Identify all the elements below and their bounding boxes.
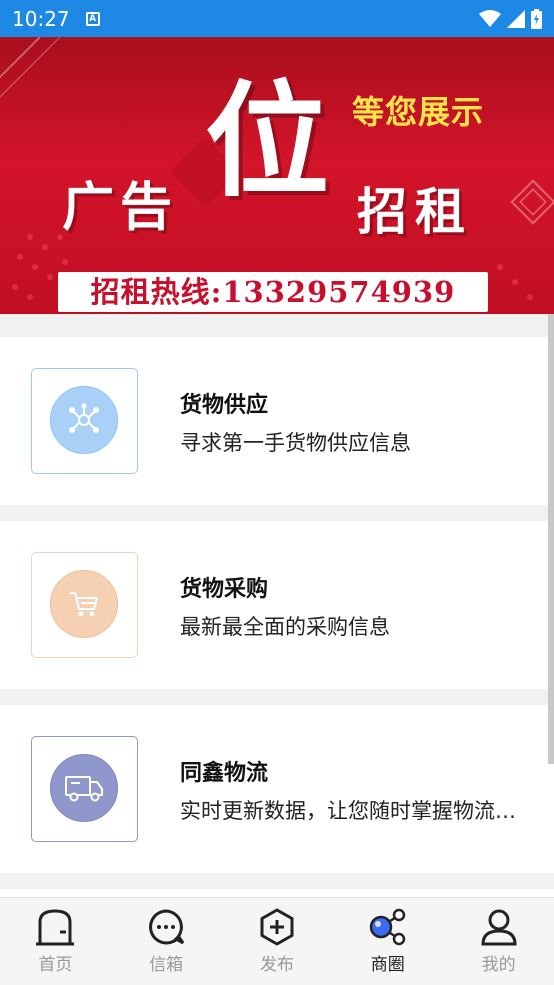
tab-mine[interactable]: 我的 — [443, 898, 554, 985]
card-title: 同鑫物流 — [180, 761, 269, 786]
wifi-icon — [479, 9, 501, 27]
banner-hotline: 招租热线:13329574939 — [58, 272, 488, 312]
card-partial — [0, 889, 554, 897]
shopping-cart-icon — [50, 570, 118, 638]
network-nodes-icon — [50, 386, 118, 454]
card-title: 货物供应 — [180, 393, 269, 418]
delivery-truck-icon — [50, 754, 118, 822]
status-time: 10:27 — [12, 6, 70, 31]
ad-banner[interactable]: 等您展示 广告 位 招租 招租热线:13329574939 — [0, 37, 554, 314]
tab-label: 我的 — [481, 955, 516, 975]
status-icons — [479, 8, 542, 29]
card-icon-box — [31, 736, 138, 842]
signal-icon — [507, 9, 525, 28]
tab-mailbox[interactable]: 信箱 — [111, 898, 222, 985]
tab-label: 信箱 — [149, 955, 184, 975]
user-icon — [481, 909, 517, 946]
card-logistics[interactable]: 同鑫物流 实时更新数据，让您随时掌握物流动态 — [0, 705, 554, 873]
home-icon — [36, 909, 75, 946]
card-desc: 最新最全面的采购信息 — [180, 615, 390, 639]
scrollbar[interactable] — [548, 314, 554, 764]
share-circle-icon — [369, 908, 406, 946]
card-title: 货物采购 — [180, 577, 269, 602]
tab-label: 发布 — [259, 955, 294, 975]
battery-icon — [531, 8, 542, 29]
banner-right-text: 招租 — [357, 182, 473, 241]
tab-business-circle[interactable]: 商圈 — [332, 898, 443, 985]
add-hexagon-icon — [260, 908, 294, 946]
tab-home[interactable]: 首页 — [0, 898, 111, 985]
card-icon-box — [31, 552, 138, 658]
banner-big-char: 位 — [205, 69, 330, 214]
card-desc: 实时更新数据，让您随时掌握物流动态 — [180, 799, 520, 823]
tab-label: 首页 — [38, 955, 73, 975]
tab-publish[interactable]: 发布 — [222, 898, 333, 985]
status-bar: 10:27 A — [0, 0, 554, 37]
chat-bubble-icon — [149, 909, 185, 945]
card-goods-purchase[interactable]: 货物采购 最新最全面的采购信息 — [0, 521, 554, 689]
bottom-tab-bar: 首页 信箱 发布 商圈 我的 — [0, 897, 554, 985]
card-desc: 寻求第一手货物供应信息 — [180, 431, 411, 455]
banner-top-text: 等您展示 — [352, 93, 485, 131]
banner-left-text: 广告 — [62, 177, 179, 238]
notification-icon: A — [85, 11, 100, 26]
card-icon-box — [31, 368, 138, 474]
card-goods-supply[interactable]: 货物供应 寻求第一手货物供应信息 — [0, 337, 554, 505]
tab-label: 商圈 — [370, 955, 405, 975]
